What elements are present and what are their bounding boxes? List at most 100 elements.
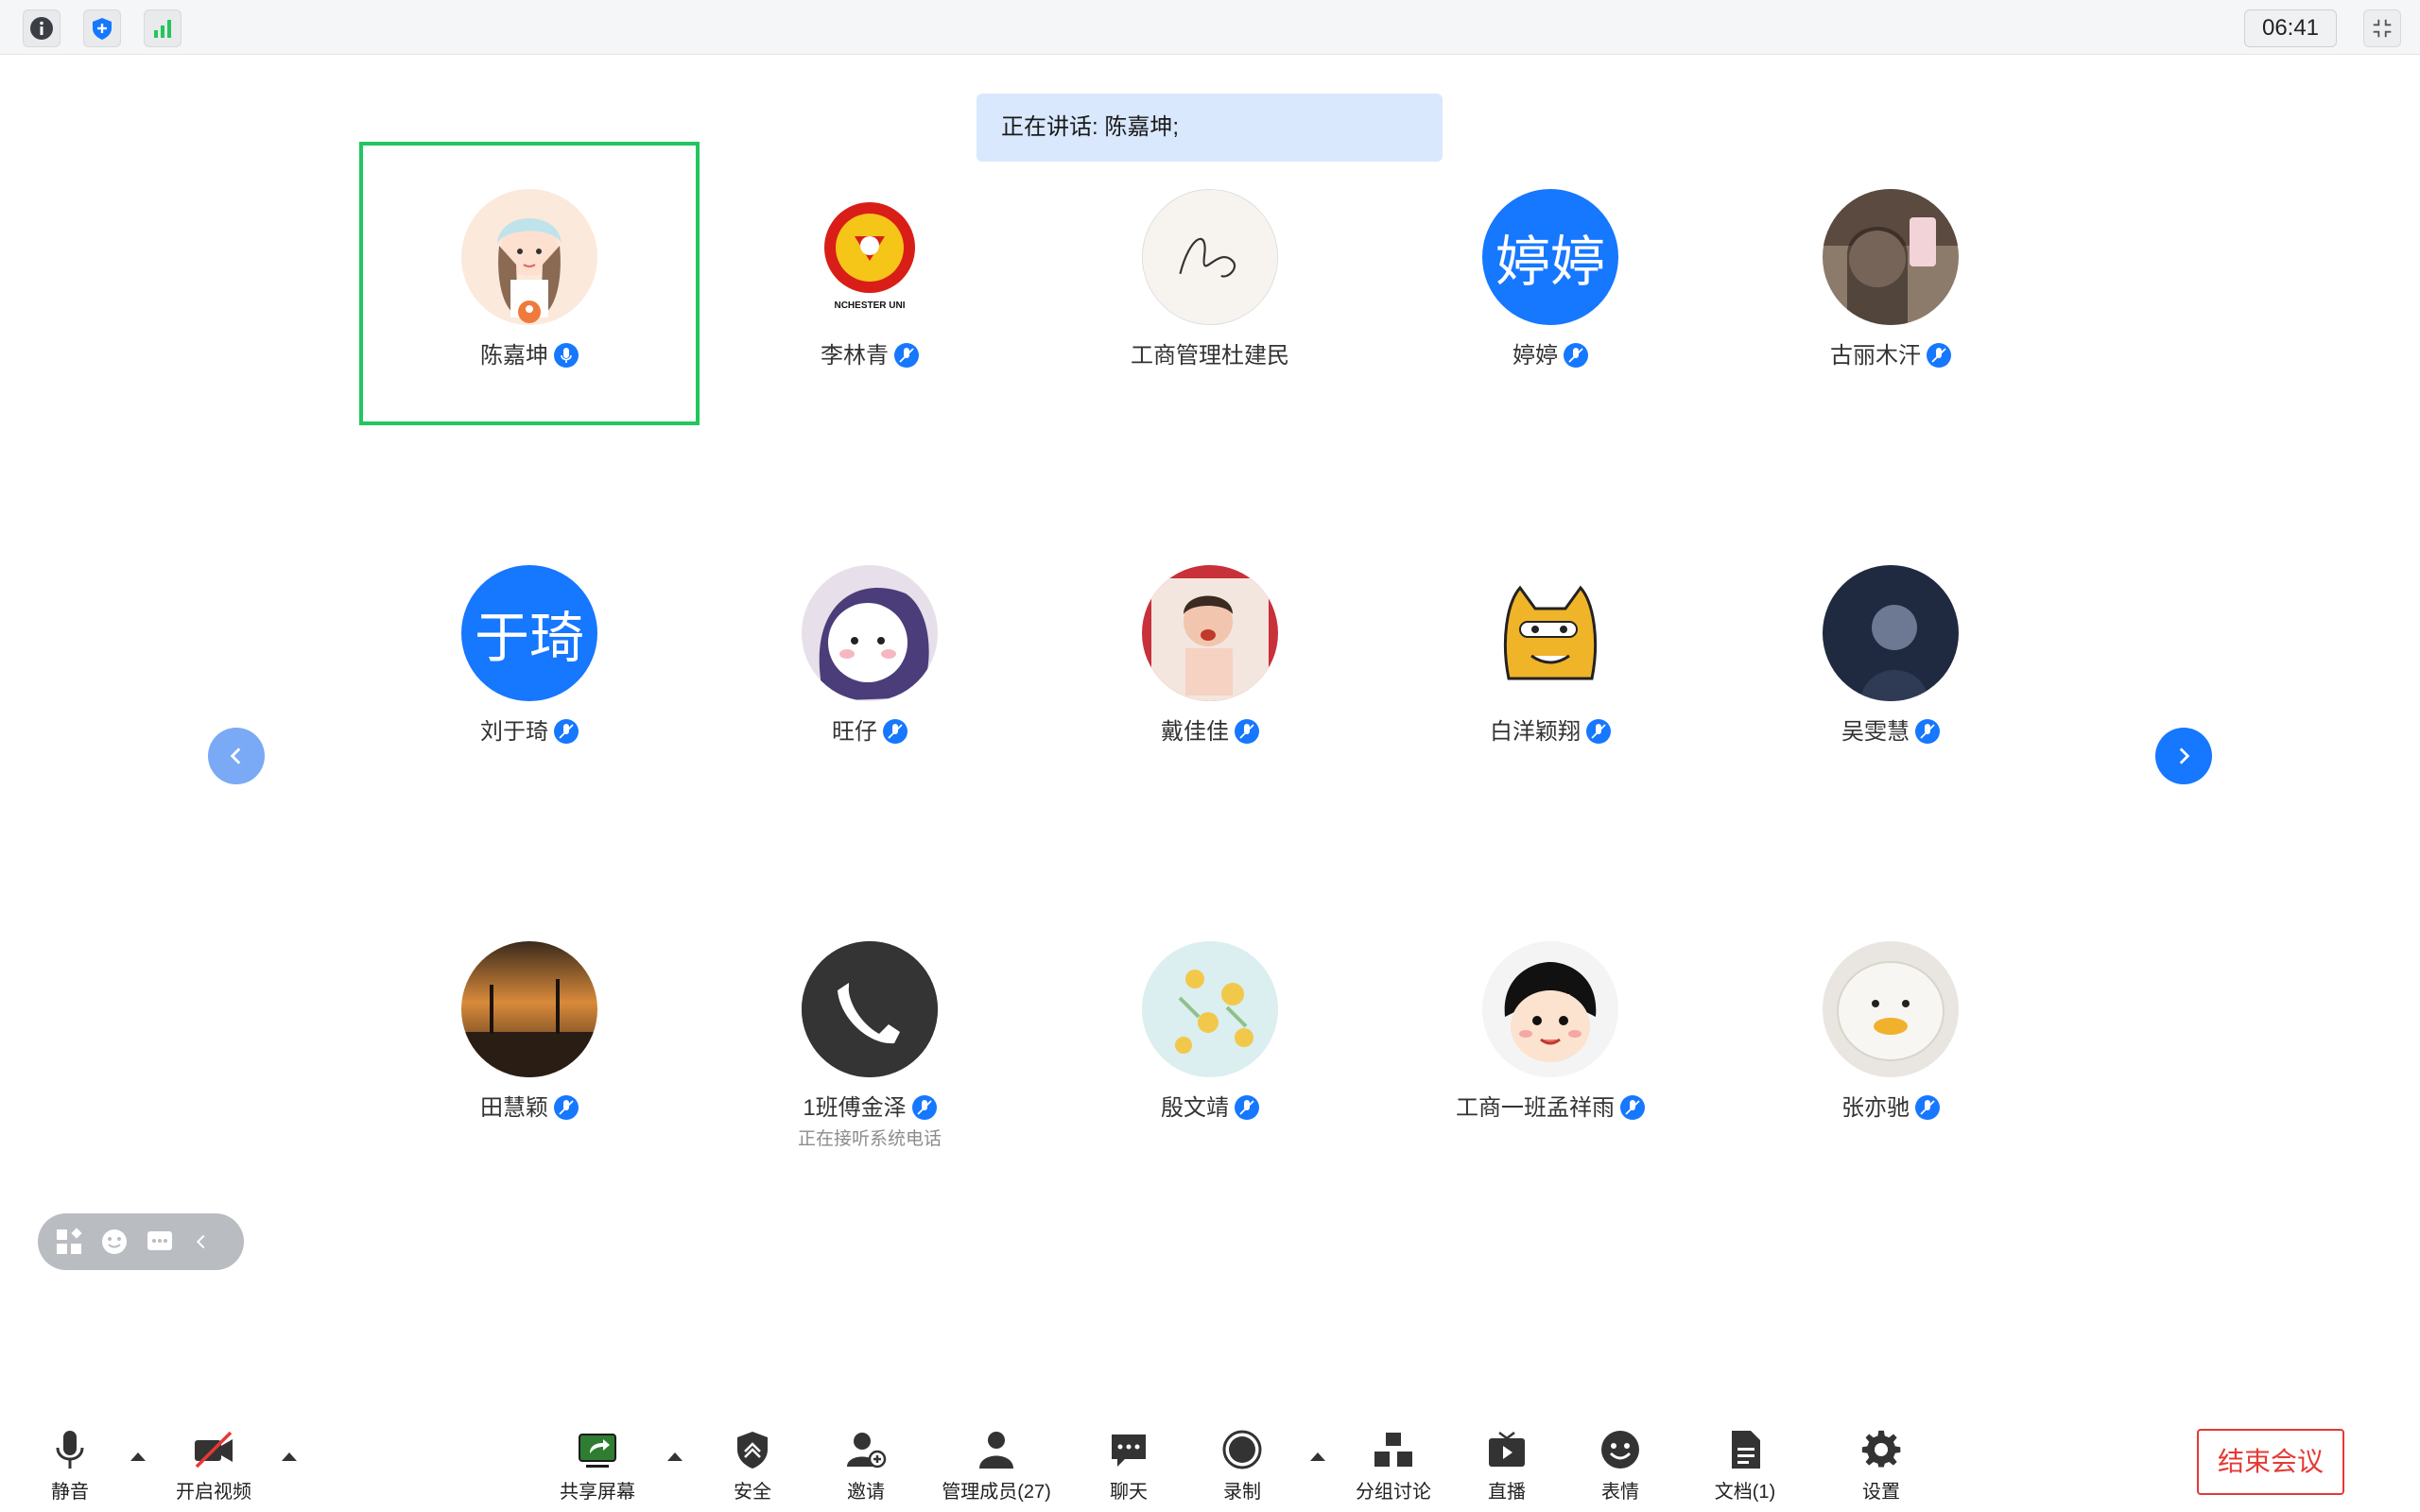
participant-tile[interactable]: 吴雯慧 xyxy=(1720,518,2061,801)
participant-tile[interactable]: 婷婷 婷婷 xyxy=(1380,142,1720,425)
chat-button[interactable]: 聊天 xyxy=(1072,1421,1185,1506)
participant-name: 1班傅金泽 xyxy=(803,1095,907,1121)
share-screen-label: 共享屏幕 xyxy=(560,1482,635,1503)
participant-name: 工商一班孟祥雨 xyxy=(1456,1095,1615,1121)
avatar xyxy=(802,565,938,701)
participant-name: 田慧颖 xyxy=(480,1095,548,1121)
manage-members-label: 管理成员(27) xyxy=(942,1482,1051,1503)
live-stream-label: 直播 xyxy=(1488,1482,1526,1503)
participant-tile[interactable]: 殷文靖 xyxy=(1040,894,1380,1177)
documents-button[interactable]: 文档(1) xyxy=(1688,1421,1802,1506)
avatar xyxy=(1482,941,1618,1077)
participant-tile[interactable]: 1班傅金泽 正在接听系统电话 xyxy=(700,894,1040,1177)
chat-icon xyxy=(1112,1435,1146,1467)
microphone-icon xyxy=(1235,719,1259,744)
invite-button[interactable]: 邀请 xyxy=(809,1421,923,1506)
info-icon[interactable] xyxy=(23,9,60,47)
participant-name: 婷婷 xyxy=(1512,343,1558,369)
participant-name-row: 陈嘉坤 xyxy=(359,336,700,369)
security-label: 安全 xyxy=(734,1482,771,1503)
phone-icon xyxy=(802,941,938,1077)
avatar: 婷婷 xyxy=(1482,189,1618,325)
chat-bubble-icon[interactable] xyxy=(146,1228,174,1256)
avatar xyxy=(461,941,597,1077)
participant-tile[interactable]: 白洋颖翔 xyxy=(1380,518,1720,801)
live-tv-icon xyxy=(1489,1432,1525,1467)
participant-name-row: 旺仔 xyxy=(700,713,1040,746)
layout-grid-icon[interactable] xyxy=(55,1228,83,1256)
exit-fullscreen-icon[interactable] xyxy=(2363,9,2401,47)
video-options-caret-icon[interactable] xyxy=(280,1450,299,1463)
participant-tile[interactable]: NCHESTER UNI 李林青 xyxy=(700,142,1040,425)
emoji-icon[interactable] xyxy=(100,1228,129,1256)
participant-name: 白洋颖翔 xyxy=(1490,719,1581,745)
microphone-icon xyxy=(883,719,908,744)
microphone-icon xyxy=(1915,719,1940,744)
microphone-icon xyxy=(554,1095,579,1120)
end-meeting-button[interactable]: 结束会议 xyxy=(2197,1429,2344,1495)
participant-name-row: 李林青 xyxy=(700,336,1040,369)
invite-label: 邀请 xyxy=(847,1482,885,1503)
shield-icon[interactable] xyxy=(83,9,121,47)
participant-name-row: 殷文靖 xyxy=(1040,1089,1380,1122)
participant-tile[interactable]: 工商管理杜建民 xyxy=(1040,142,1380,425)
reactions-label: 表情 xyxy=(1601,1482,1639,1503)
participant-tile[interactable]: 工商一班孟祥雨 xyxy=(1380,894,1720,1177)
avatar-caption: NCHESTER UNI xyxy=(834,301,906,311)
record-options-caret-icon[interactable] xyxy=(1308,1450,1327,1463)
start-video-button[interactable]: 开启视频 xyxy=(157,1421,270,1506)
participant-name: 吴雯慧 xyxy=(1841,719,1910,745)
avatar xyxy=(1142,189,1278,325)
participant-name: 工商管理杜建民 xyxy=(1131,343,1289,369)
mute-button[interactable]: 静音 xyxy=(13,1421,127,1506)
security-button[interactable]: 安全 xyxy=(696,1421,809,1506)
participant-tile[interactable]: 田慧颖 xyxy=(359,894,700,1177)
microphone-icon xyxy=(911,1095,937,1120)
manage-members-button[interactable]: 管理成员(27) xyxy=(940,1421,1053,1506)
mute-options-caret-icon[interactable] xyxy=(129,1450,147,1463)
microphone-icon xyxy=(554,719,579,744)
participant-tile[interactable]: 戴佳佳 xyxy=(1040,518,1380,801)
participant-name-row: 刘于琦 xyxy=(359,713,700,746)
share-options-caret-icon[interactable] xyxy=(666,1450,684,1463)
participant-name: 刘于琦 xyxy=(480,719,548,745)
live-stream-button[interactable]: 直播 xyxy=(1450,1421,1564,1506)
microphone-icon xyxy=(1915,1095,1940,1120)
signal-icon[interactable] xyxy=(144,9,182,47)
avatar xyxy=(461,189,597,325)
participant-name-row: 工商管理杜建民 xyxy=(1040,336,1380,369)
mute-label: 静音 xyxy=(51,1482,89,1503)
record-icon xyxy=(1222,1430,1262,1469)
microphone-icon xyxy=(1564,343,1588,368)
prev-page-button[interactable] xyxy=(208,728,265,784)
avatar xyxy=(802,941,938,1077)
participant-status: 正在接听系统电话 xyxy=(797,1129,942,1149)
microphone-icon xyxy=(56,1431,84,1469)
participant-tile[interactable]: 张亦驰 xyxy=(1720,894,2061,1177)
participant-tile[interactable]: 陈嘉坤 xyxy=(359,142,700,425)
documents-label: 文档(1) xyxy=(1714,1482,1776,1503)
participant-tile[interactable]: 旺仔 xyxy=(700,518,1040,801)
next-page-button[interactable] xyxy=(2155,728,2212,784)
microphone-icon xyxy=(1620,1095,1645,1120)
security-shield-icon xyxy=(737,1432,768,1469)
top-bar: 06:41 xyxy=(0,0,2420,55)
record-button[interactable]: 录制 xyxy=(1185,1421,1299,1506)
settings-label: 设置 xyxy=(1862,1482,1900,1503)
settings-button[interactable]: 设置 xyxy=(1824,1421,1938,1506)
microphone-icon xyxy=(1927,343,1951,368)
reactions-button[interactable]: 表情 xyxy=(1564,1421,1677,1506)
meeting-timer: 06:41 xyxy=(2244,9,2337,47)
bottom-toolbar: 静音 开启视频 共享屏幕 安全 邀请 管理成员(27) 聊天 录制 分组讨论 直… xyxy=(0,1399,2420,1512)
breakout-rooms-button[interactable]: 分组讨论 xyxy=(1337,1421,1450,1506)
participant-name: 旺仔 xyxy=(832,719,877,745)
participant-name-row: 古丽木汗 xyxy=(1720,336,2061,369)
collapse-chevron-icon[interactable] xyxy=(191,1231,212,1252)
avatar xyxy=(1142,941,1278,1077)
avatar xyxy=(1482,565,1618,701)
participant-tile[interactable]: 于琦 刘于琦 xyxy=(359,518,700,801)
share-screen-button[interactable]: 共享屏幕 xyxy=(541,1421,654,1506)
participant-tile[interactable]: 古丽木汗 xyxy=(1720,142,2061,425)
participant-name-row: 吴雯慧 xyxy=(1720,713,2061,746)
participant-name-row: 田慧颖 xyxy=(359,1089,700,1122)
